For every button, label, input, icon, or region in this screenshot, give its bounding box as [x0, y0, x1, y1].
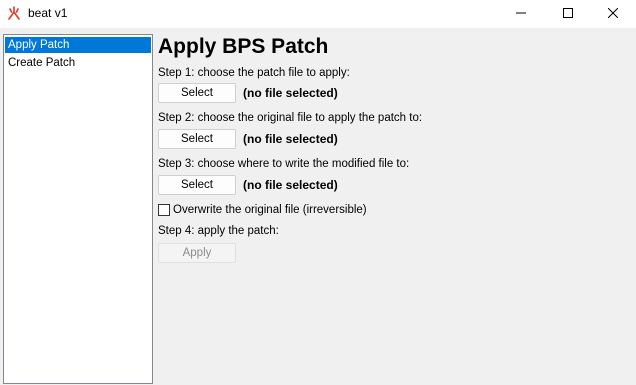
overwrite-option[interactable]: Overwrite the original file (irreversibl… — [158, 204, 367, 216]
minimize-icon — [516, 7, 526, 21]
patch-file-label: (no file selected) — [243, 86, 338, 100]
minimize-button[interactable] — [498, 0, 544, 28]
window-title: beat v1 — [28, 6, 68, 20]
maximize-icon — [563, 7, 573, 21]
close-icon — [607, 7, 619, 21]
step4-label: Step 4: apply the patch: — [158, 225, 279, 237]
sidebar-list[interactable]: Apply Patch Create Patch — [3, 34, 153, 384]
overwrite-label[interactable]: Overwrite the original file (irreversibl… — [173, 204, 367, 216]
overwrite-checkbox[interactable] — [158, 204, 170, 216]
output-file-label: (no file selected) — [243, 178, 338, 192]
original-file-label: (no file selected) — [243, 132, 338, 146]
step2-label: Step 2: choose the original file to appl… — [158, 112, 423, 124]
close-button[interactable] — [590, 0, 636, 28]
sidebar-item-create-patch[interactable]: Create Patch — [5, 55, 151, 71]
step1-label: Step 1: choose the patch file to apply: — [158, 67, 350, 79]
step3-label: Step 3: choose where to write the modifi… — [158, 158, 410, 170]
fire-kanji-icon — [7, 6, 21, 20]
select-output-button[interactable]: Select — [158, 175, 236, 195]
app-window: beat v1 Apply Patch Create Patch Apply B… — [0, 0, 636, 385]
sidebar-item-apply-patch[interactable]: Apply Patch — [5, 37, 151, 53]
apply-button[interactable]: Apply — [158, 243, 236, 263]
maximize-button[interactable] — [545, 0, 591, 28]
title-bar[interactable]: beat v1 — [0, 0, 636, 28]
select-original-button[interactable]: Select — [158, 129, 236, 149]
page-title: Apply BPS Patch — [158, 35, 329, 58]
select-patch-button[interactable]: Select — [158, 83, 236, 103]
